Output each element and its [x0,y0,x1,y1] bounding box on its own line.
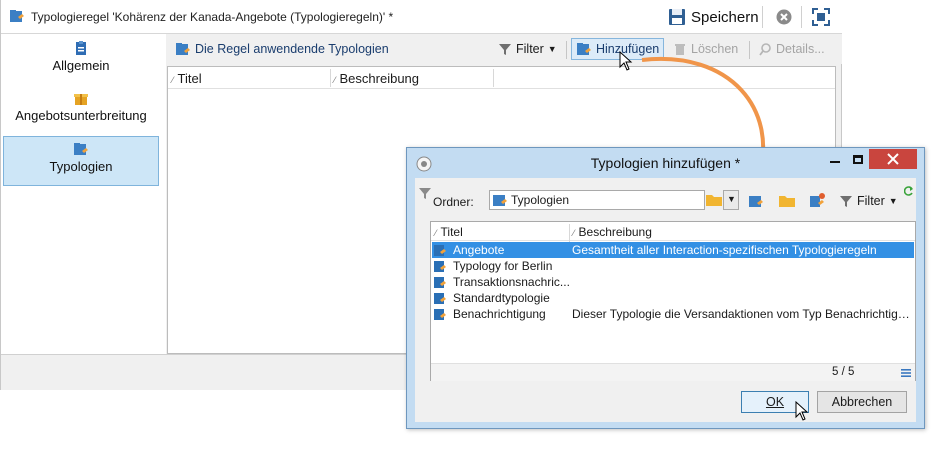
list-item[interactable]: Transaktionsnachric... [432,274,914,290]
dialog-title-bar: Typologien hinzufügen * [407,148,924,178]
column-divider[interactable] [569,224,570,242]
list-status-bar: 5 / 5 [431,363,915,381]
typology-folder-icon [493,195,507,206]
toolbar-divider [566,41,567,59]
typology-folder-icon[interactable] [747,192,765,210]
ok-label: OK [765,395,785,409]
cancel-button[interactable]: Abbrechen [817,391,907,413]
toolbar-divider [801,6,802,28]
row-title: Typology for Berlin [453,259,553,273]
list-menu-icon[interactable] [901,368,911,378]
typology-icon [176,43,190,55]
add-typology-icon [577,43,591,55]
typology-icon [434,309,446,320]
clipboard-icon [76,41,86,55]
sidebar-item-label: Angebotsunterbreitung [15,108,147,123]
details-label: Details... [776,42,825,56]
typology-icon [434,261,446,272]
column-header-title[interactable]: ⁄ Titel [435,225,463,239]
column-divider[interactable] [493,69,494,87]
chevron-down-icon: ▼ [888,196,898,206]
minimize-icon [830,161,840,163]
folder-dropdown[interactable]: ▼ [723,190,739,210]
sidebar-item-allgemein[interactable]: Allgemein [3,36,159,86]
new-typology-icon[interactable] [808,192,826,210]
fullscreen-icon[interactable] [812,8,830,26]
column-divider[interactable] [330,69,331,87]
list-item[interactable]: Angebote Gesamtheit aller Interaction-sp… [432,242,914,258]
list-item[interactable]: Standardtypologie [432,290,914,306]
sidebar-item-angebotsunterbreitung[interactable]: Angebotsunterbreitung [3,86,159,136]
dialog-body: Ordner: Typologien ▼ Filter ▼ ⁄ Titel ⁄ … [415,178,916,422]
chevron-down-icon: ▼ [727,194,736,204]
save-button[interactable]: Speichern [664,5,765,29]
row-title: Angebote [453,243,505,257]
list-header: ⁄ Titel ⁄ Beschreibung [431,222,915,242]
folder-value: Typologien [511,193,570,207]
sidebar-item-label: Typologien [49,159,113,174]
gift-icon [74,94,88,105]
typology-icon [434,277,446,288]
filter-button[interactable]: Filter ▼ [498,38,557,60]
folder-icon[interactable] [705,191,723,209]
save-label: Speichern [691,8,759,26]
open-folder-icon[interactable] [778,192,796,210]
folder-label: Ordner: [433,195,474,209]
typology-icon [434,293,446,304]
dialog-filter-label: Filter [857,194,885,208]
list-item[interactable]: Benachrichtigung Dieser Typologie die Ve… [432,306,914,322]
funnel-icon [499,44,511,55]
row-title: Benachrichtigung [453,307,546,321]
typologies-link[interactable]: Die Regel anwendende Typologien [175,38,389,60]
funnel-icon [840,196,852,207]
record-count: 5 / 5 [832,366,855,378]
row-description: Dieser Typologie die Versandaktionen vom… [572,307,914,321]
close-circle-icon[interactable] [776,9,792,25]
maximize-icon [853,155,863,164]
typologies-link-label: Die Regel anwendende Typologien [195,42,389,56]
cancel-label: Abbrechen [831,395,893,409]
row-title: Transaktionsnachric... [453,275,570,289]
mouse-cursor-icon [795,401,809,421]
column-header-description[interactable]: ⁄ Beschreibung [334,71,419,86]
close-icon [887,153,899,165]
floppy-icon [669,9,685,25]
window-title: Typologieregel 'Kohärenz der Kanada-Ange… [31,10,394,24]
list-item[interactable]: Typology for Berlin [432,258,914,274]
sidebar-item-typologien[interactable]: Typologien [3,136,159,186]
refresh-icon[interactable] [904,186,914,196]
typology-icon [74,143,88,155]
funnel-icon [419,188,431,199]
row-description: Gesamtheit aller Interaction-spezifische… [572,243,877,257]
typology-icon [434,245,446,256]
typologies-picker-list[interactable]: ⁄ Titel ⁄ Beschreibung Angebote Gesamtheit… [430,221,916,381]
add-typologies-dialog: Typologien hinzufügen * Ordner: Typologi… [406,147,925,429]
sidebar-item-label: Allgemein [52,58,110,73]
row-title: Standardtypologie [453,291,550,305]
typology-rule-icon [10,10,24,22]
sidebar: Allgemein Angebotsunterbreitung Typologi… [1,34,166,354]
filter-label: Filter [516,42,544,56]
dialog-filter-button[interactable]: Filter ▼ [839,192,898,210]
toolbar-divider [762,6,763,28]
column-header-description[interactable]: ⁄ Beschreibung [573,225,652,239]
close-button[interactable] [869,149,917,169]
column-header-title[interactable]: ⁄ Titel [172,71,202,86]
chevron-down-icon: ▼ [547,44,557,54]
folder-input[interactable]: Typologien [489,190,705,210]
title-bar: Typologieregel 'Kohärenz der Kanada-Ange… [1,0,842,34]
